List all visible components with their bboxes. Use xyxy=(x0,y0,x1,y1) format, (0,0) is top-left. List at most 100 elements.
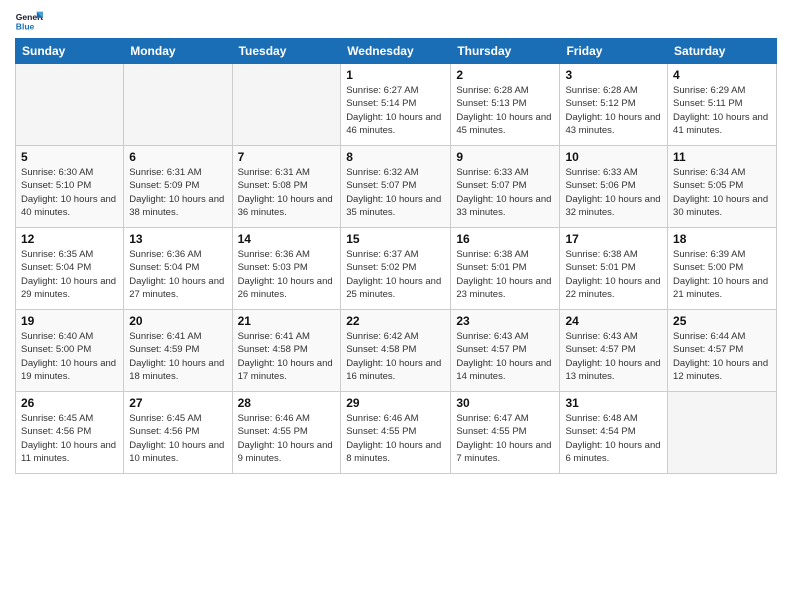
calendar-cell: 14Sunrise: 6:36 AMSunset: 5:03 PMDayligh… xyxy=(232,228,341,310)
calendar-cell: 19Sunrise: 6:40 AMSunset: 5:00 PMDayligh… xyxy=(16,310,124,392)
calendar-week-row: 19Sunrise: 6:40 AMSunset: 5:00 PMDayligh… xyxy=(16,310,777,392)
calendar-cell: 29Sunrise: 6:46 AMSunset: 4:55 PMDayligh… xyxy=(341,392,451,474)
day-number: 26 xyxy=(21,396,118,410)
day-info: Sunrise: 6:41 AMSunset: 4:58 PMDaylight:… xyxy=(238,330,336,383)
day-info: Sunrise: 6:43 AMSunset: 4:57 PMDaylight:… xyxy=(565,330,662,383)
day-info: Sunrise: 6:44 AMSunset: 4:57 PMDaylight:… xyxy=(673,330,771,383)
day-info: Sunrise: 6:45 AMSunset: 4:56 PMDaylight:… xyxy=(21,412,118,465)
day-info: Sunrise: 6:29 AMSunset: 5:11 PMDaylight:… xyxy=(673,84,771,137)
calendar-week-row: 1 Sunrise: 6:27 AMSunset: 5:14 PMDaylight… xyxy=(16,64,777,146)
day-number: 18 xyxy=(673,232,771,246)
day-number: 23 xyxy=(456,314,554,328)
day-info: Sunrise: 6:38 AMSunset: 5:01 PMDaylight:… xyxy=(456,248,554,301)
day-number: 1 xyxy=(346,68,445,82)
calendar-cell: 27 Sunrise: 6:45 AMSunset: 4:56 PMDayligh… xyxy=(124,392,232,474)
day-info: Sunrise: 6:32 AMSunset: 5:07 PMDaylight:… xyxy=(346,166,445,219)
calendar-week-row: 5 Sunrise: 6:30 AMSunset: 5:10 PMDaylight… xyxy=(16,146,777,228)
calendar-table: Sunday Monday Tuesday Wednesday Thursday… xyxy=(15,38,777,474)
calendar-week-row: 26 Sunrise: 6:45 AMSunset: 4:56 PMDayligh… xyxy=(16,392,777,474)
calendar-cell: 7 Sunrise: 6:31 AMSunset: 5:08 PMDaylight… xyxy=(232,146,341,228)
calendar-cell: 23Sunrise: 6:43 AMSunset: 4:57 PMDayligh… xyxy=(451,310,560,392)
day-info: Sunrise: 6:36 AMSunset: 5:04 PMDaylight:… xyxy=(129,248,226,301)
day-number: 8 xyxy=(346,150,445,164)
logo-icon: General Blue xyxy=(15,10,43,32)
calendar-cell: 9Sunrise: 6:33 AMSunset: 5:07 PMDaylight… xyxy=(451,146,560,228)
day-info: Sunrise: 6:27 AMSunset: 5:14 PMDaylight:… xyxy=(346,84,445,137)
day-number: 2 xyxy=(456,68,554,82)
logo: General Blue xyxy=(15,10,43,32)
calendar-cell: 12Sunrise: 6:35 AMSunset: 5:04 PMDayligh… xyxy=(16,228,124,310)
calendar-cell: 22 Sunrise: 6:42 AMSunset: 4:58 PMDayligh… xyxy=(341,310,451,392)
day-number: 9 xyxy=(456,150,554,164)
day-info: Sunrise: 6:48 AMSunset: 4:54 PMDaylight:… xyxy=(565,412,662,465)
calendar-week-row: 12Sunrise: 6:35 AMSunset: 5:04 PMDayligh… xyxy=(16,228,777,310)
calendar-cell xyxy=(16,64,124,146)
day-number: 5 xyxy=(21,150,118,164)
day-number: 16 xyxy=(456,232,554,246)
calendar-header-row: Sunday Monday Tuesday Wednesday Thursday… xyxy=(16,39,777,64)
day-number: 22 xyxy=(346,314,445,328)
day-info: Sunrise: 6:28 AMSunset: 5:12 PMDaylight:… xyxy=(565,84,662,137)
header-friday: Friday xyxy=(560,39,668,64)
calendar-cell: 10 Sunrise: 6:33 AMSunset: 5:06 PMDayligh… xyxy=(560,146,668,228)
day-number: 3 xyxy=(565,68,662,82)
day-number: 11 xyxy=(673,150,771,164)
calendar-cell: 25 Sunrise: 6:44 AMSunset: 4:57 PMDayligh… xyxy=(668,310,777,392)
day-info: Sunrise: 6:46 AMSunset: 4:55 PMDaylight:… xyxy=(238,412,336,465)
day-info: Sunrise: 6:35 AMSunset: 5:04 PMDaylight:… xyxy=(21,248,118,301)
calendar-cell: 5 Sunrise: 6:30 AMSunset: 5:10 PMDaylight… xyxy=(16,146,124,228)
header-monday: Monday xyxy=(124,39,232,64)
day-info: Sunrise: 6:47 AMSunset: 4:55 PMDaylight:… xyxy=(456,412,554,465)
header-wednesday: Wednesday xyxy=(341,39,451,64)
day-number: 15 xyxy=(346,232,445,246)
day-number: 29 xyxy=(346,396,445,410)
header: General Blue xyxy=(15,10,777,32)
day-info: Sunrise: 6:30 AMSunset: 5:10 PMDaylight:… xyxy=(21,166,118,219)
day-number: 17 xyxy=(565,232,662,246)
header-sunday: Sunday xyxy=(16,39,124,64)
calendar-cell: 31Sunrise: 6:48 AMSunset: 4:54 PMDayligh… xyxy=(560,392,668,474)
day-number: 10 xyxy=(565,150,662,164)
day-number: 30 xyxy=(456,396,554,410)
day-number: 25 xyxy=(673,314,771,328)
calendar-cell: 8 Sunrise: 6:32 AMSunset: 5:07 PMDaylight… xyxy=(341,146,451,228)
day-number: 4 xyxy=(673,68,771,82)
day-number: 27 xyxy=(129,396,226,410)
header-tuesday: Tuesday xyxy=(232,39,341,64)
calendar-cell: 6 Sunrise: 6:31 AMSunset: 5:09 PMDaylight… xyxy=(124,146,232,228)
calendar-cell: 26 Sunrise: 6:45 AMSunset: 4:56 PMDayligh… xyxy=(16,392,124,474)
day-info: Sunrise: 6:37 AMSunset: 5:02 PMDaylight:… xyxy=(346,248,445,301)
calendar-cell: 21 Sunrise: 6:41 AMSunset: 4:58 PMDayligh… xyxy=(232,310,341,392)
calendar-cell xyxy=(124,64,232,146)
calendar-cell: 2 Sunrise: 6:28 AMSunset: 5:13 PMDaylight… xyxy=(451,64,560,146)
calendar-cell: 18 Sunrise: 6:39 AMSunset: 5:00 PMDayligh… xyxy=(668,228,777,310)
day-info: Sunrise: 6:33 AMSunset: 5:06 PMDaylight:… xyxy=(565,166,662,219)
day-info: Sunrise: 6:45 AMSunset: 4:56 PMDaylight:… xyxy=(129,412,226,465)
day-number: 24 xyxy=(565,314,662,328)
calendar-cell: 4 Sunrise: 6:29 AMSunset: 5:11 PMDaylight… xyxy=(668,64,777,146)
day-number: 13 xyxy=(129,232,226,246)
calendar-cell: 15 Sunrise: 6:37 AMSunset: 5:02 PMDayligh… xyxy=(341,228,451,310)
calendar-cell: 16 Sunrise: 6:38 AMSunset: 5:01 PMDayligh… xyxy=(451,228,560,310)
day-info: Sunrise: 6:42 AMSunset: 4:58 PMDaylight:… xyxy=(346,330,445,383)
calendar-cell: 1 Sunrise: 6:27 AMSunset: 5:14 PMDaylight… xyxy=(341,64,451,146)
day-info: Sunrise: 6:36 AMSunset: 5:03 PMDaylight:… xyxy=(238,248,336,301)
calendar-cell: 24 Sunrise: 6:43 AMSunset: 4:57 PMDayligh… xyxy=(560,310,668,392)
day-number: 20 xyxy=(129,314,226,328)
day-number: 21 xyxy=(238,314,336,328)
calendar-cell: 20Sunrise: 6:41 AMSunset: 4:59 PMDayligh… xyxy=(124,310,232,392)
day-number: 28 xyxy=(238,396,336,410)
calendar-cell: 13 Sunrise: 6:36 AMSunset: 5:04 PMDayligh… xyxy=(124,228,232,310)
calendar-cell xyxy=(232,64,341,146)
day-info: Sunrise: 6:28 AMSunset: 5:13 PMDaylight:… xyxy=(456,84,554,137)
svg-text:Blue: Blue xyxy=(16,22,35,32)
calendar-cell xyxy=(668,392,777,474)
day-info: Sunrise: 6:39 AMSunset: 5:00 PMDaylight:… xyxy=(673,248,771,301)
day-info: Sunrise: 6:31 AMSunset: 5:09 PMDaylight:… xyxy=(129,166,226,219)
day-info: Sunrise: 6:40 AMSunset: 5:00 PMDaylight:… xyxy=(21,330,118,383)
calendar-cell: 11Sunrise: 6:34 AMSunset: 5:05 PMDayligh… xyxy=(668,146,777,228)
day-number: 6 xyxy=(129,150,226,164)
day-info: Sunrise: 6:31 AMSunset: 5:08 PMDaylight:… xyxy=(238,166,336,219)
calendar-cell: 28 Sunrise: 6:46 AMSunset: 4:55 PMDayligh… xyxy=(232,392,341,474)
day-number: 7 xyxy=(238,150,336,164)
